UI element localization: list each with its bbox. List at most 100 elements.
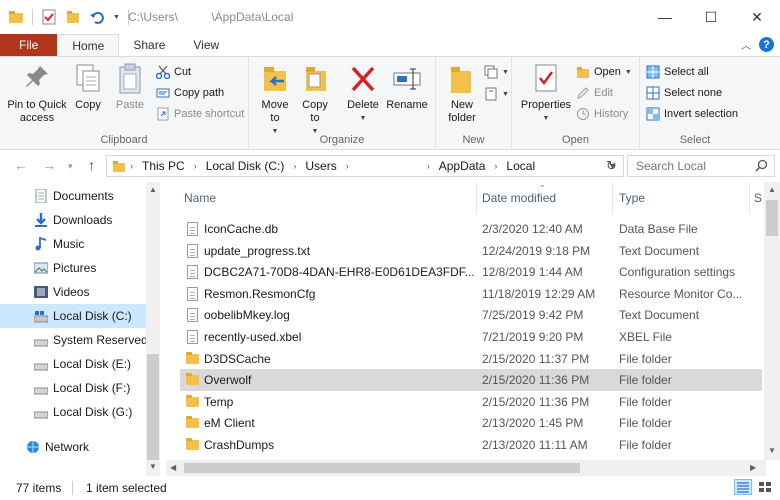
recent-locations-chevron-down-icon[interactable]: ▾ <box>68 161 73 172</box>
scroll-up-chevron-icon[interactable]: ▲ <box>149 185 157 194</box>
help-icon[interactable]: ? <box>759 37 774 52</box>
forward-arrow-icon[interactable]: → <box>42 157 56 173</box>
copy-to-icon <box>300 63 330 95</box>
file-row[interactable]: oobelibMkey.log 7/25/2019 9:42 PM Text Doc… <box>180 304 762 326</box>
nav-item-label: System Reserved <box>53 333 148 347</box>
nav-item-network[interactable]: Network <box>0 435 146 459</box>
file-row[interactable]: update_progress.txt 12/24/2019 9:18 PM Tex… <box>180 240 762 262</box>
file-row[interactable]: Resmon.ResmonCfg 11/18/2019 12:29 AM Resou… <box>180 283 762 305</box>
scrollbar-thumb[interactable] <box>147 354 159 460</box>
new-folder-icon[interactable] <box>65 9 81 25</box>
easy-access-button[interactable]: ▼ <box>484 84 509 104</box>
drive-icon <box>33 309 49 323</box>
scroll-left-chevron-icon[interactable]: ◀ <box>170 463 176 472</box>
refresh-icon[interactable]: ↻ <box>606 158 617 174</box>
breadcrumb-users[interactable]: Users <box>301 159 340 173</box>
navigation-scrollbar[interactable]: ▲ ▼ <box>146 182 160 476</box>
breadcrumb-this-pc[interactable]: This PC <box>138 159 189 173</box>
details-view-button[interactable] <box>734 479 752 495</box>
properties-icon[interactable] <box>41 9 57 25</box>
file-date-modified: 2/3/2020 12:40 AM <box>482 222 583 236</box>
paste-shortcut-button[interactable]: Paste shortcut <box>156 104 244 124</box>
minimize-button[interactable]: — <box>642 0 688 34</box>
breadcrumb-local-disk[interactable]: Local Disk (C:) <box>202 159 289 173</box>
large-icons-view-button[interactable] <box>756 479 774 495</box>
edit-button[interactable]: Edit <box>576 83 613 103</box>
new-item-button[interactable]: ▼ <box>484 62 509 82</box>
column-header-date[interactable]: Date modified <box>482 191 556 205</box>
select-all-button[interactable]: Select all <box>646 62 709 82</box>
file-row[interactable]: eM Client 2/13/2020 1:45 PM File folder <box>180 412 762 434</box>
breadcrumb-local[interactable]: Local <box>502 159 539 173</box>
open-button[interactable]: Open ▼ <box>576 62 632 82</box>
pin-to-quick-access-button[interactable]: Pin to Quick access <box>6 63 68 125</box>
copy-button[interactable]: Copy <box>70 63 106 112</box>
customize-toolbar-chevron-down-icon[interactable]: ▼ <box>113 14 120 21</box>
file-row[interactable]: D3DSCache 2/15/2020 11:37 PM File folder <box>180 348 762 370</box>
file-row[interactable]: Overwolf 2/15/2020 11:36 PM File folder <box>180 369 762 391</box>
file-row[interactable]: CrashDumps 2/13/2020 11:11 AM File folder <box>180 434 762 456</box>
invert-selection-button[interactable]: Invert selection <box>646 104 738 124</box>
nav-item-documents[interactable]: Documents <box>0 184 146 208</box>
file-list-horizontal-scrollbar[interactable]: ◀ ▶ <box>166 460 766 476</box>
nav-item-local-disk-c[interactable]: Local Disk (C:) <box>0 304 146 328</box>
search-input[interactable] <box>636 159 754 173</box>
scroll-down-chevron-icon[interactable]: ▼ <box>768 446 776 455</box>
file-name: Overwolf <box>204 373 252 388</box>
move-to-button[interactable]: Move to ▼ <box>257 63 293 138</box>
scrollbar-thumb[interactable] <box>184 463 580 473</box>
column-divider[interactable] <box>749 182 750 214</box>
tab-home[interactable]: Home <box>57 34 120 57</box>
close-button[interactable]: ✕ <box>734 0 780 34</box>
nav-item-videos[interactable]: Videos <box>0 280 146 304</box>
select-all-label: Select all <box>664 66 709 78</box>
nav-item-music[interactable]: Music <box>0 232 146 256</box>
column-header-type[interactable]: Type <box>619 191 645 205</box>
nav-item-local-disk-f[interactable]: Local Disk (F:) <box>0 376 146 400</box>
file-row[interactable]: recently-used.xbel 7/21/2019 9:20 PM XBEL … <box>180 326 762 348</box>
nav-item-local-disk-g[interactable]: Local Disk (G:) <box>0 400 146 424</box>
scrollbar-thumb[interactable] <box>766 200 778 236</box>
tab-share[interactable]: Share <box>119 34 179 56</box>
collapse-ribbon-chevron-up-icon[interactable]: ︿ <box>741 37 751 52</box>
breadcrumb-appdata[interactable]: AppData <box>435 159 490 173</box>
tab-file[interactable]: File <box>0 34 58 56</box>
properties-button[interactable]: Properties ▼ <box>520 63 572 125</box>
address-bar[interactable]: › This PC › Local Disk (C:) › Users › › … <box>106 155 624 177</box>
scroll-right-chevron-icon[interactable]: ▶ <box>750 463 756 472</box>
scroll-down-chevron-icon[interactable]: ▼ <box>149 462 157 471</box>
downloads-icon <box>34 213 48 227</box>
copy-to-button[interactable]: Copy to ▼ <box>297 63 333 138</box>
back-arrow-icon[interactable]: ← <box>14 157 28 173</box>
nav-item-pictures[interactable]: Pictures <box>0 256 146 280</box>
nav-item-system-reserved[interactable]: System Reserved <box>0 328 148 352</box>
cut-button[interactable]: Cut <box>155 62 192 82</box>
scroll-up-chevron-icon[interactable]: ▲ <box>768 185 776 194</box>
nav-item-local-disk-e[interactable]: Local Disk (E:) <box>0 352 146 376</box>
search-box[interactable] <box>627 155 775 177</box>
column-header-name[interactable]: Name <box>184 191 216 205</box>
paste-button[interactable]: Paste <box>112 63 148 112</box>
nav-item-downloads[interactable]: Downloads <box>0 208 146 232</box>
undo-icon[interactable] <box>89 9 105 25</box>
nav-item-label: Local Disk (C:) <box>53 309 132 323</box>
file-list-vertical-scrollbar[interactable]: ▲ ▼ <box>764 182 780 460</box>
column-header-size[interactable]: S <box>754 191 762 205</box>
rename-button[interactable]: Rename <box>385 63 429 112</box>
file-date-modified: 2/15/2020 11:37 PM <box>482 351 590 366</box>
cut-label: Cut <box>174 66 192 78</box>
column-divider[interactable] <box>612 182 613 214</box>
file-row[interactable]: IconCache.db 2/3/2020 12:40 AM Data Base F… <box>180 218 762 240</box>
new-folder-button[interactable]: New folder <box>444 63 480 125</box>
maximize-button[interactable]: ☐ <box>688 0 734 34</box>
file-icon <box>186 330 199 344</box>
delete-button[interactable]: Delete ▼ <box>345 63 381 125</box>
history-button[interactable]: History <box>576 104 628 124</box>
select-none-button[interactable]: Select none <box>646 83 722 103</box>
file-row[interactable]: DCBC2A71-70D8-4DAN-EHR8-E0D61DEA3FDF... 1… <box>180 261 762 283</box>
column-divider[interactable] <box>476 182 477 214</box>
file-row[interactable]: Temp 2/15/2020 11:36 PM File folder <box>180 391 762 413</box>
copy-path-button[interactable]: Copy path <box>156 83 224 103</box>
tab-view[interactable]: View <box>179 34 233 56</box>
up-arrow-icon[interactable]: ↑ <box>88 157 95 173</box>
